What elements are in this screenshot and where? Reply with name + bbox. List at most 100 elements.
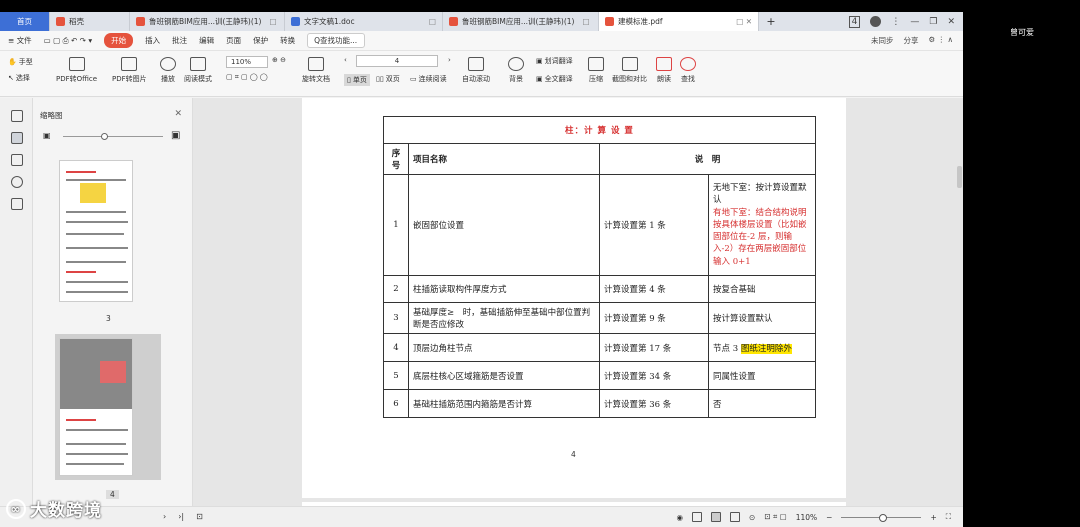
tab-daoke[interactable]: 稻壳 (50, 12, 130, 31)
restore-icon[interactable]: ❐ (929, 17, 937, 27)
annotation-tools[interactable]: ▢ ⌗ ▢ ◯ ◯ (226, 73, 268, 82)
translate-button[interactable]: ▣ 划词翻译 (536, 56, 573, 66)
close-icon[interactable]: ✕ (174, 109, 182, 119)
label: 朗读 (657, 75, 671, 83)
read-mode-button[interactable]: 阅读模式 (184, 57, 212, 84)
tab-doc-3[interactable]: 鲁班钢筋BIM应用...训(王静玮)(1) □ (443, 12, 599, 31)
menu-file[interactable]: ≡ 文件 (8, 35, 32, 46)
background-button[interactable]: 背景 (508, 57, 524, 84)
sync-status[interactable]: 未同步 (871, 35, 894, 46)
label: 阅读模式 (184, 75, 212, 83)
avatar[interactable] (870, 16, 882, 27)
prev-page-icon[interactable]: ‹ (344, 56, 347, 64)
tab-doc-1[interactable]: 鲁班钢筋BIM应用...训(王静玮)(1) □ (130, 12, 285, 31)
minimize-icon[interactable]: — (910, 17, 919, 27)
tab-doc-active[interactable]: 建模标准.pdf □ ✕ (599, 12, 759, 31)
eye-icon[interactable]: ◉ (676, 513, 683, 522)
fit-icons[interactable]: ⊡ ⌗ ▢ (764, 512, 786, 522)
image-icon (121, 57, 138, 71)
thumbnail-page-3[interactable] (59, 160, 133, 302)
auto-scroll-button[interactable]: 自动滚动 (462, 57, 490, 84)
fit-page-icon[interactable]: ⊡ (196, 512, 203, 521)
zoom-in-out-icons[interactable]: ⊕ ⊖ (272, 56, 286, 64)
pdf-to-office-button[interactable]: PDF转Office (56, 57, 97, 84)
zoom-select[interactable]: 110% (226, 56, 268, 68)
tab-doc-2[interactable]: 文字文稿1.doc □ (285, 12, 443, 31)
attachment-icon[interactable] (11, 176, 23, 188)
close-icon[interactable]: □ (269, 17, 276, 26)
continuous-button[interactable]: ▭ 连续阅读 (410, 74, 447, 84)
zoom-slider[interactable] (841, 513, 922, 522)
more-icon[interactable]: ⋮ (891, 17, 900, 27)
menu-right: 未同步 分享 ⚙ ⋮ ∧ (871, 35, 963, 46)
row-name: 顶层边角柱节点 (408, 333, 600, 362)
close-window-icon[interactable]: ✕ (947, 17, 955, 27)
settings-icon[interactable]: ⚙ ⋮ ∧ (929, 35, 953, 46)
tab-home[interactable]: 首页 (0, 12, 50, 31)
scrollbar[interactable] (957, 166, 962, 188)
next-page-icon[interactable]: › (163, 512, 166, 521)
row-name: 底层柱核心区域箍筋是否设置 (408, 361, 600, 390)
signature-icon[interactable] (11, 198, 23, 210)
thumbnail-page-4[interactable] (59, 338, 133, 476)
tab-label: 稻壳 (69, 17, 84, 26)
menu-convert[interactable]: 转换 (280, 35, 295, 46)
hand-tool[interactable]: ✋ 手型 (8, 57, 33, 67)
menu-edit[interactable]: 编辑 (199, 35, 214, 46)
close-icon[interactable]: □ ✕ (736, 17, 752, 26)
document-translate-icon: ▣ (536, 75, 543, 83)
document-viewport[interactable]: 柱：计 算 设 置 序号 项目名称 说 明 1 嵌固部位设置 计算设置第 1 条… (193, 98, 963, 506)
menu-insert[interactable]: 插入 (145, 35, 160, 46)
row-setting: 计算设置第 4 条 (599, 275, 709, 303)
menu-page[interactable]: 页面 (226, 35, 241, 46)
rotate-button[interactable]: 旋转文档 (302, 57, 330, 84)
bookmark-icon[interactable] (11, 110, 23, 122)
pdf-to-image-button[interactable]: PDF转图片 (112, 57, 147, 84)
screen: 首页 稻壳 鲁班钢筋BIM应用...训(王静玮)(1) □ 文字文稿1.doc □ … (0, 0, 1080, 527)
full-translate-button[interactable]: ▣ 全文翻译 (536, 74, 573, 84)
tab-count-badge[interactable]: 4 (848, 15, 861, 28)
page-input[interactable]: 4 (356, 55, 438, 67)
zoom-in-icon[interactable]: + (930, 513, 936, 522)
label: 全文翻译 (544, 75, 573, 83)
find-button[interactable]: 查找 (680, 57, 696, 84)
single-page-button[interactable]: ▯ 单页 (344, 74, 370, 86)
search-input[interactable]: Q查找功能... (307, 33, 366, 48)
add-tab-button[interactable]: + (759, 12, 783, 31)
convert-icon (68, 57, 85, 71)
menu-protect[interactable]: 保护 (253, 35, 268, 46)
zoom-out-icon[interactable]: − (826, 513, 832, 522)
compress-button[interactable]: 压缩 (588, 57, 604, 84)
quick-access-icons[interactable]: ▭ ▢ ⎙ ↶ ↷ ▾ (44, 36, 92, 46)
screenshot-compare-button[interactable]: 截图和对比 (612, 57, 647, 84)
watermark-logo-icon: ∞ (6, 498, 26, 519)
zoom-level[interactable]: 110% (796, 513, 817, 522)
panel-title: 缩略图 (40, 111, 63, 120)
slider-knob[interactable] (101, 133, 108, 140)
play-button[interactable]: 播放 (160, 57, 176, 84)
select-tool[interactable]: ↖ 选择 (8, 73, 30, 83)
double-page-view-icon[interactable] (730, 512, 741, 522)
single-page-view-icon[interactable] (692, 512, 703, 522)
large-image-icon[interactable]: ▣ (171, 130, 180, 141)
header-no: 序号 (383, 143, 409, 175)
compress-icon (588, 57, 604, 71)
small-image-icon[interactable]: ▣ (43, 131, 51, 140)
double-page-button[interactable]: ▯▯ 双页 (376, 74, 400, 84)
thumbnail-icon[interactable] (11, 132, 23, 144)
fullscreen-icon[interactable]: ⛶ (946, 512, 951, 522)
label: PDF转Office (56, 75, 98, 83)
read-aloud-button[interactable]: 朗读 (656, 57, 672, 84)
share-button[interactable]: 分享 (904, 35, 919, 46)
continuous-view-icon[interactable] (711, 512, 722, 522)
next-page-icon[interactable]: › (448, 56, 451, 64)
menu-comment[interactable]: 批注 (172, 35, 187, 46)
last-page-icon[interactable]: ›| (178, 512, 184, 521)
menu-home[interactable]: 开始 (104, 33, 134, 48)
comment-icon[interactable] (11, 154, 23, 166)
thumbnail-size-slider[interactable] (63, 133, 163, 140)
play-icon[interactable]: ⊙ (749, 513, 755, 522)
close-icon[interactable]: □ (582, 17, 589, 26)
close-icon[interactable]: □ (429, 17, 436, 26)
label: 截图和对比 (612, 75, 647, 83)
